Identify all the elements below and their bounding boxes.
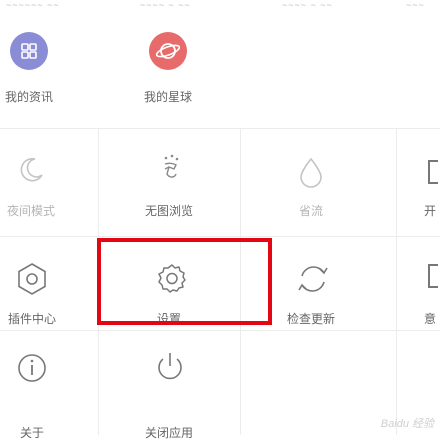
no-image-icon [156,153,186,192]
top-strip-text-4: ~~~ [406,0,425,10]
tile-label-night-mode: 夜间模式 [6,204,55,218]
top-strip-text-1: ~~~~~~ ~~ [6,0,60,10]
divider-row1 [0,128,440,129]
info-icon [16,352,48,389]
tile-label-check-update: 检查更新 [286,312,335,326]
top-strip-text-2: ~~~~ ~ ~~ [140,0,191,10]
refresh-icon [296,262,330,301]
bracket-icon [428,264,438,288]
tile-label-my-planet: 我的星球 [143,90,192,104]
tile-about[interactable] [0,340,98,435]
bracket-icon [428,160,438,184]
planet-icon [149,32,187,70]
tile-label-plugin-center: 插件中心 [7,312,56,326]
hexagon-gear-icon [15,262,49,301]
divider-col3 [396,128,397,435]
grid-icon [10,32,48,70]
divider-row3 [0,330,440,331]
moon-icon [16,155,46,190]
tile-close-app[interactable] [98,340,240,435]
top-strip-text-3: ~~~~ ~ ~~ [282,0,333,10]
tile-label-about: 关于 [19,426,44,440]
tile-label-edge-row3: 意 [424,312,437,326]
water-drop-icon [298,157,324,194]
highlight-frame [97,238,272,325]
tile-label-edge-row2: 开 [424,204,437,218]
divider-row2 [0,236,440,237]
tile-label-save-water: 省流 [298,204,323,218]
watermark: Baidu 经验 [380,418,434,430]
tile-label-close-app: 关闭应用 [144,426,193,440]
tile-label-my-profile: 我的资讯 [4,90,53,104]
power-icon [154,350,186,389]
tile-label-no-image: 无图浏览 [144,204,193,218]
